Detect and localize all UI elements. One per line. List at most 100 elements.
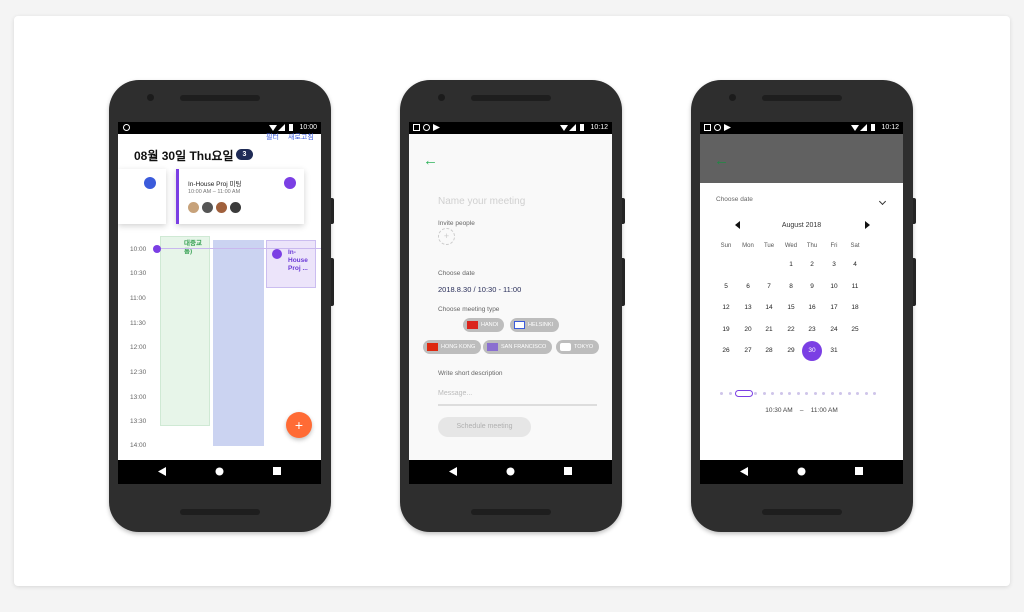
calendar-day[interactable]: 4 — [845, 255, 865, 275]
calendar-day[interactable]: 24 — [824, 320, 844, 340]
filter-button[interactable]: 필터 — [266, 132, 279, 142]
blue-event-block[interactable] — [213, 240, 264, 446]
slider-tick — [839, 392, 842, 395]
signal-icon — [569, 124, 576, 131]
back-nav-icon[interactable] — [740, 467, 748, 476]
day-timeline[interactable]: 대중교 통) In-House Proj ... 10:00 10:30 11:… — [118, 236, 321, 484]
flag-icon — [272, 249, 282, 259]
weekday-label: Thu — [806, 243, 818, 249]
power-button — [622, 198, 625, 224]
calendar-day[interactable]: 17 — [824, 298, 844, 318]
home-nav-icon[interactable] — [215, 467, 224, 476]
calendar-day[interactable]: 21 — [759, 320, 779, 340]
calendar-day[interactable]: 19 — [716, 320, 736, 340]
calendar-day[interactable]: 8 — [781, 277, 801, 297]
back-arrow-icon[interactable]: ← — [714, 152, 729, 169]
month-title: August 2018 — [781, 222, 822, 229]
chip-hanoi[interactable]: HANOI — [463, 318, 505, 332]
speaker-grille — [762, 95, 842, 101]
calendar-day[interactable]: 6 — [738, 277, 758, 297]
image-icon — [704, 124, 711, 131]
calendar-day[interactable]: 28 — [759, 341, 779, 361]
slider-tick — [873, 392, 876, 395]
calendar-day[interactable]: 31 — [824, 341, 844, 361]
wifi-icon — [851, 124, 859, 131]
green-event-block[interactable] — [160, 236, 210, 426]
avatar — [188, 202, 199, 213]
sync-icon — [714, 124, 721, 131]
recents-nav-icon[interactable] — [855, 467, 863, 475]
back-nav-icon[interactable] — [158, 467, 166, 476]
speaker-grille — [180, 509, 260, 515]
wifi-icon — [560, 124, 568, 131]
slider-selection[interactable] — [735, 390, 753, 397]
selected-day[interactable]: 30 — [802, 341, 822, 361]
invite-add-button[interactable]: + — [438, 228, 455, 245]
meeting-name-input[interactable]: Name your meeting — [438, 196, 525, 207]
chip-tokyo[interactable]: TOKYO — [556, 340, 600, 354]
description-label: Write short description — [438, 370, 503, 377]
home-nav-icon[interactable] — [506, 467, 515, 476]
weekday-label: Fri — [830, 243, 838, 249]
signal-icon — [860, 124, 867, 131]
back-nav-icon[interactable] — [449, 467, 457, 476]
calendar-day[interactable]: 15 — [781, 298, 801, 318]
calendar-day[interactable]: 20 — [738, 320, 758, 340]
recents-nav-icon[interactable] — [564, 467, 572, 475]
calendar-day[interactable]: 27 — [738, 341, 758, 361]
calendar-day[interactable]: 26 — [716, 341, 736, 361]
previous-event-card[interactable] — [118, 169, 166, 224]
calendar-day[interactable]: 23 — [802, 320, 822, 340]
calendar-day[interactable]: 5 — [716, 277, 736, 297]
slider-tick — [771, 392, 774, 395]
slider-tick — [779, 392, 783, 395]
calendar-day[interactable]: 13 — [738, 298, 758, 318]
status-bar: 10:12 — [409, 122, 612, 134]
refresh-button[interactable]: 새로고침 — [288, 132, 314, 142]
nav-bar — [118, 460, 321, 484]
weekday-label: Wed — [784, 243, 798, 249]
sync-icon — [423, 124, 430, 131]
back-arrow-icon[interactable]: ← — [423, 152, 438, 169]
home-nav-icon[interactable] — [797, 467, 806, 476]
slider-tick — [830, 392, 834, 395]
current-time-dot — [153, 245, 161, 253]
status-time: 10:12 — [590, 124, 608, 131]
slider-tick — [720, 392, 723, 395]
calendar-day[interactable]: 22 — [781, 320, 801, 340]
battery-icon — [871, 124, 875, 131]
calendar-day[interactable]: 11 — [845, 277, 865, 297]
event-count-badge: 3 — [236, 149, 253, 160]
play-icon — [433, 124, 440, 131]
event-card[interactable]: In-House Proj 미팅 10:00 AM – 11:00 AM — [176, 169, 304, 224]
flag-icon — [144, 177, 156, 189]
vietnam-flag-icon — [467, 321, 478, 329]
calendar-day[interactable]: 3 — [824, 255, 844, 275]
calendar-day[interactable]: 10 — [824, 277, 844, 297]
front-camera — [438, 94, 445, 101]
slider-tick — [762, 392, 766, 395]
calendar-day[interactable]: 25 — [845, 320, 865, 340]
add-event-button[interactable]: + — [286, 412, 312, 438]
recents-nav-icon[interactable] — [273, 467, 281, 475]
calendar-day[interactable]: 7 — [759, 277, 779, 297]
date-value[interactable]: 2018.8.30 / 10:30 - 11:00 — [438, 285, 521, 294]
calendar-day[interactable]: 29 — [781, 341, 801, 361]
calendar-day[interactable]: 1 — [781, 255, 801, 275]
chevron-down-icon[interactable] — [878, 197, 887, 206]
calendar-day[interactable]: 12 — [716, 298, 736, 318]
calendar-day[interactable]: 2 — [802, 255, 822, 275]
chip-san-francisco[interactable]: SAN FRANCISCO — [483, 340, 553, 354]
chip-helsinki[interactable]: HELSINKI — [510, 318, 560, 332]
calendar-day[interactable]: 14 — [759, 298, 779, 318]
next-month-icon[interactable] — [865, 221, 870, 229]
calendar-day[interactable]: 9 — [802, 277, 822, 297]
calendar-day[interactable]: 16 — [802, 298, 822, 318]
chip-hong-kong[interactable]: HONG KONG — [423, 340, 482, 354]
nav-bar — [700, 460, 903, 484]
message-input[interactable]: Message... — [438, 390, 472, 397]
time-range-slider[interactable] — [720, 390, 882, 397]
calendar-day[interactable]: 18 — [845, 298, 865, 318]
current-time-line — [157, 248, 321, 249]
schedule-meeting-button[interactable]: Schedule meeting — [438, 417, 531, 437]
